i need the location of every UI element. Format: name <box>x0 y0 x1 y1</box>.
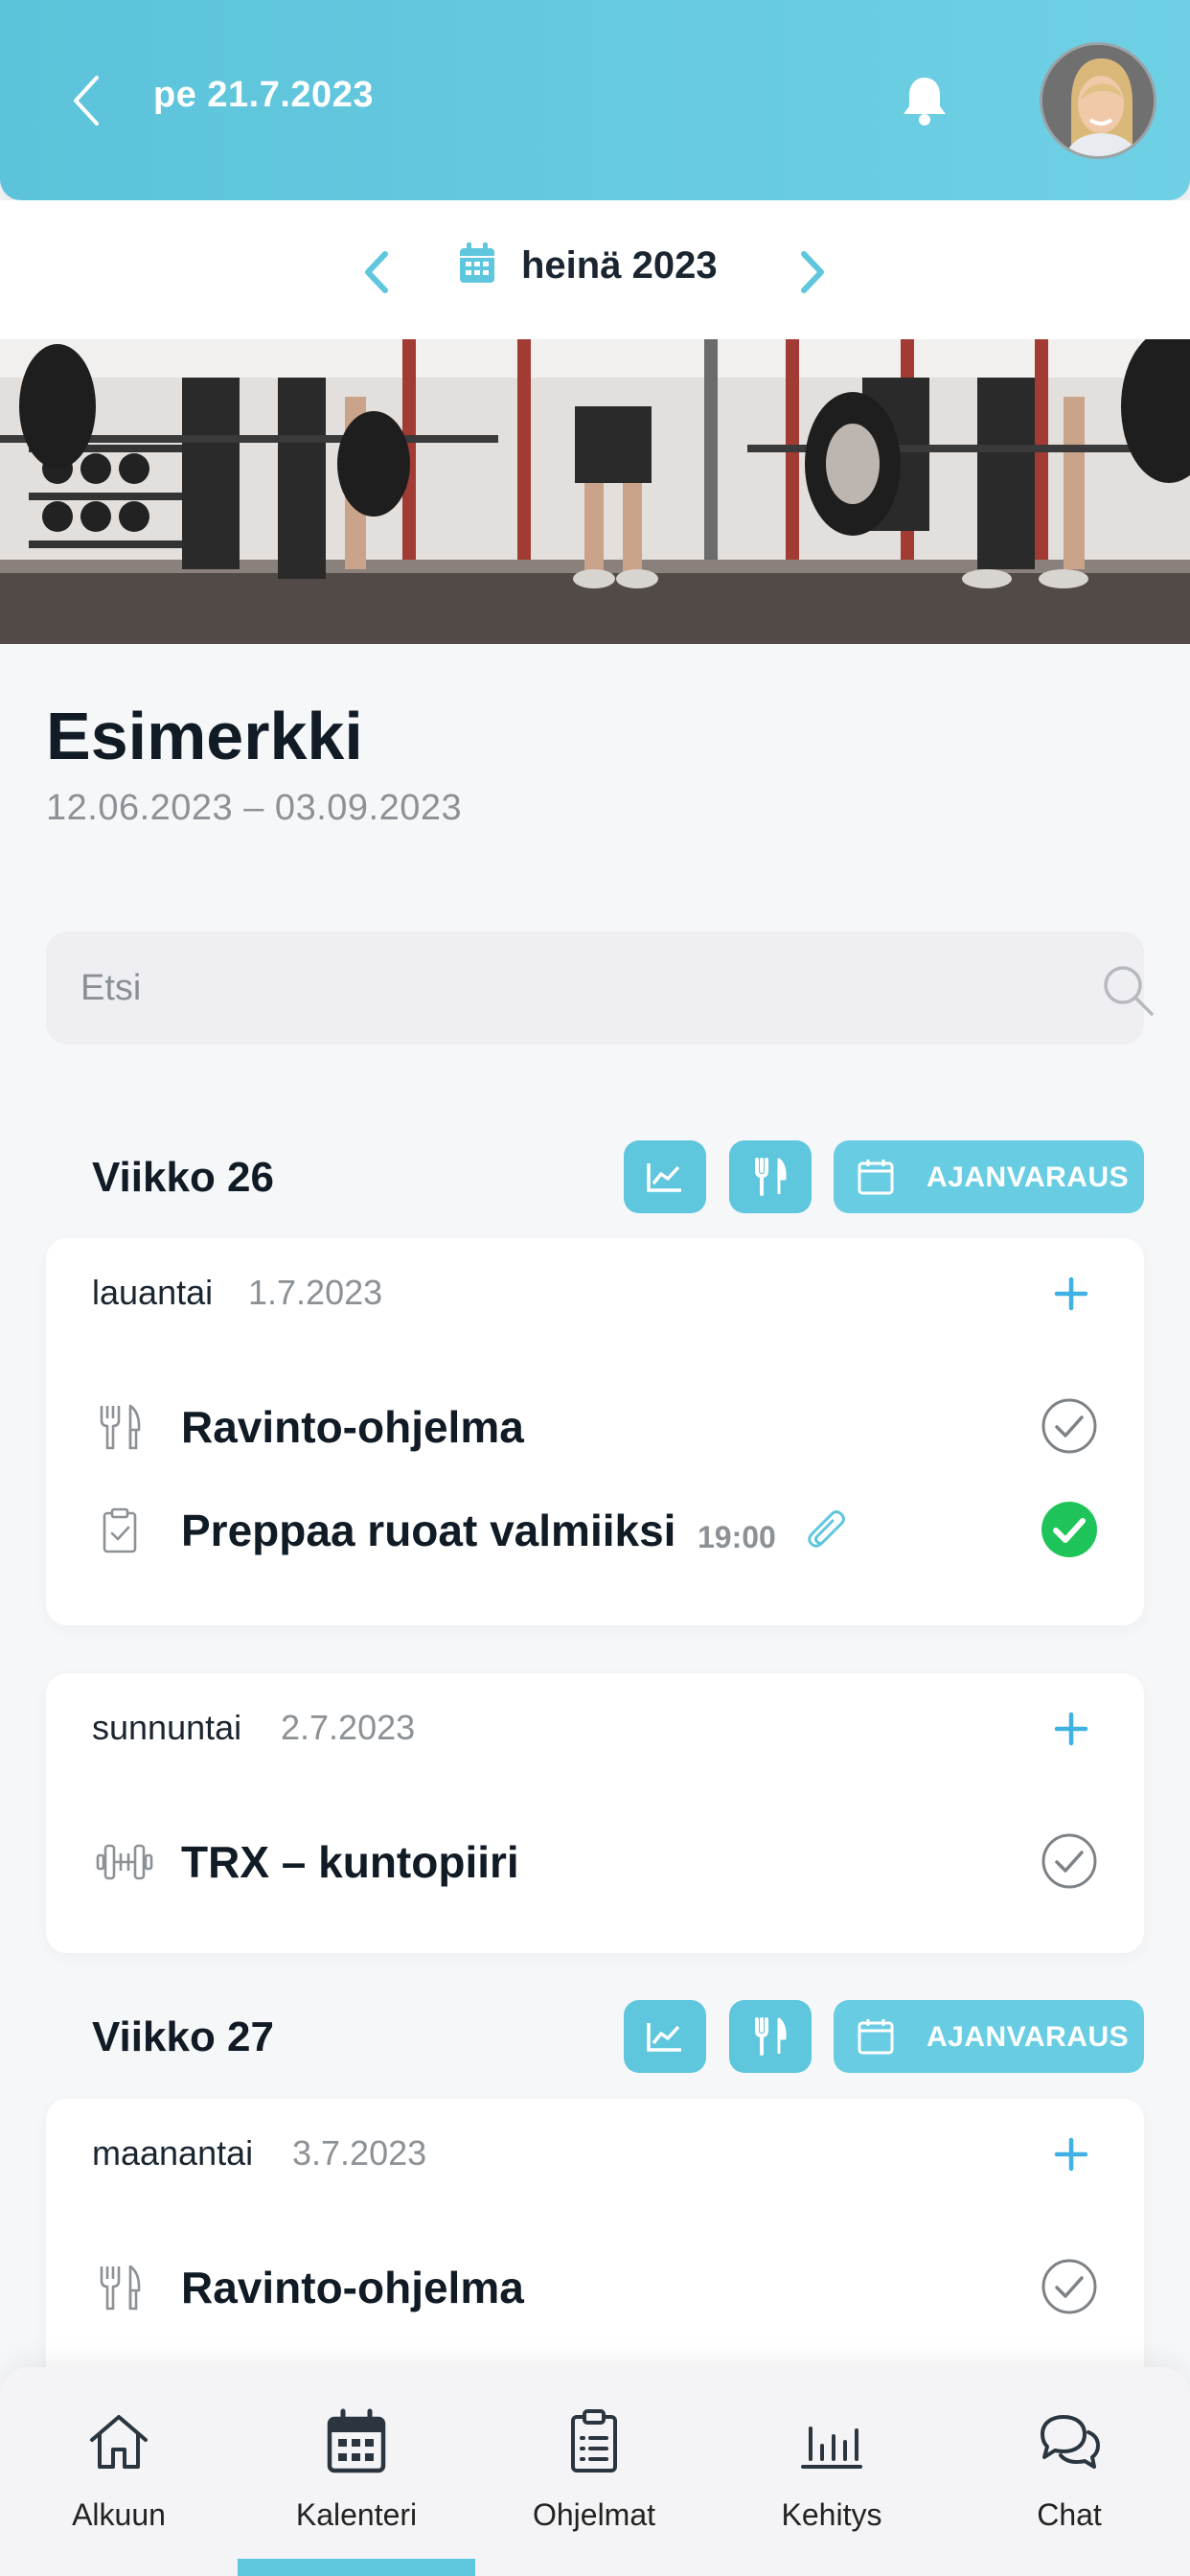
plus-icon <box>1054 1276 1088 1311</box>
week-nutrition-button[interactable] <box>729 2000 812 2073</box>
fork-knife-icon <box>100 1404 141 1450</box>
search-bar <box>46 932 1154 1045</box>
bar-chart-icon <box>801 2426 862 2469</box>
chevron-left-icon <box>365 251 388 293</box>
calendar-icon <box>460 242 494 283</box>
add-entry-button[interactable] <box>1042 1265 1100 1322</box>
calendar-icon <box>858 1160 894 1195</box>
week-nutrition-button[interactable] <box>729 1140 812 1213</box>
plus-icon <box>1054 2137 1088 2172</box>
fork-knife-icon <box>755 2017 787 2056</box>
profile-photo <box>1042 45 1154 156</box>
check-circle-filled-icon[interactable] <box>1041 1501 1098 1558</box>
fork-knife-icon <box>755 1158 787 1196</box>
week-header: Viikko 27 AJANVARAUS <box>46 2000 1144 2077</box>
item-title: Ravinto-ohjelma <box>181 1402 524 1452</box>
week-title: Viikko 27 <box>92 2013 274 2060</box>
list-item[interactable]: TRX – kuntopiiri <box>46 1817 1144 1903</box>
tab-label: Alkuun <box>72 2497 166 2532</box>
line-chart-icon <box>647 2023 681 2052</box>
check-circle-icon[interactable] <box>1041 2258 1098 2315</box>
header-date: pe 21.7.2023 <box>153 75 374 115</box>
active-tab-indicator <box>238 2559 475 2576</box>
day-date: 1.7.2023 <box>248 1273 383 1312</box>
item-title: Preppaa ruoat valmiiksi <box>181 1506 676 1555</box>
day-date: 3.7.2023 <box>292 2133 427 2173</box>
add-entry-button[interactable] <box>1042 1700 1100 1758</box>
tab-calendar[interactable]: Kalenteri <box>238 2367 475 2576</box>
dumbbell-icon <box>96 1844 153 1880</box>
month-label: heinä 2023 <box>521 244 718 287</box>
day-card: lauantai 1.7.2023 Ravinto-ohjelma Preppa… <box>46 1238 1144 1625</box>
chevron-left-icon <box>74 76 99 126</box>
tab-home[interactable]: Alkuun <box>0 2367 238 2576</box>
booking-label: AJANVARAUS <box>927 1162 1130 1193</box>
next-month-button[interactable] <box>789 239 836 306</box>
paperclip-icon[interactable] <box>803 1508 851 1556</box>
tab-programs[interactable]: Ohjelmat <box>475 2367 713 2576</box>
tab-label: Ohjelmat <box>532 2497 656 2532</box>
add-entry-button[interactable] <box>1042 2126 1100 2183</box>
bell-icon <box>904 78 946 126</box>
check-circle-icon[interactable] <box>1041 1832 1098 1890</box>
item-title: TRX – kuntopiiri <box>181 1837 519 1887</box>
clipboard-check-icon <box>103 1507 137 1553</box>
week-title: Viikko 26 <box>92 1154 274 1201</box>
tab-chat[interactable]: Chat <box>950 2367 1188 2576</box>
check-circle-icon[interactable] <box>1041 1397 1098 1455</box>
avatar[interactable] <box>1040 42 1156 159</box>
plus-icon <box>1054 1712 1088 1746</box>
booking-label: AJANVARAUS <box>927 2021 1130 2053</box>
day-name: maanantai <box>92 2133 254 2173</box>
line-chart-icon <box>647 1163 681 1192</box>
day-date: 2.7.2023 <box>281 1708 416 1747</box>
tab-progress[interactable]: Kehitys <box>713 2367 950 2576</box>
day-name: sunnuntai <box>92 1708 242 1747</box>
program-date-range: 12.06.2023 – 03.09.2023 <box>46 788 463 828</box>
list-item[interactable]: Preppaa ruoat valmiiksi 19:00 <box>46 1485 1144 1572</box>
week-progress-button[interactable] <box>624 1140 706 1213</box>
tab-label: Kalenteri <box>295 2497 418 2532</box>
day-card: sunnuntai 2.7.2023 TRX – kuntopiiri <box>46 1673 1144 1953</box>
fork-knife-icon <box>100 2265 141 2311</box>
chevron-right-icon <box>801 251 824 293</box>
back-button[interactable] <box>57 67 115 134</box>
program-title: Esimerkki <box>46 699 363 773</box>
month-navigator: heinä 2023 <box>0 200 1190 339</box>
program-banner-image <box>0 339 1190 644</box>
list-item[interactable]: Ravinto-ohjelma <box>46 1382 1144 1468</box>
chat-bubbles-icon <box>1041 2415 1100 2469</box>
week-header: Viikko 26 AJANVARAUS <box>46 1140 1144 1217</box>
calendar-icon <box>858 2019 894 2055</box>
item-time: 19:00 <box>698 1520 776 1554</box>
booking-button[interactable]: AJANVARAUS <box>834 2000 1144 2073</box>
list-item[interactable]: Ravinto-ohjelma <box>46 2242 1144 2329</box>
search-input[interactable] <box>80 932 1039 1045</box>
week-progress-button[interactable] <box>624 2000 706 2073</box>
item-title: Ravinto-ohjelma <box>181 2263 524 2312</box>
day-name: lauantai <box>92 1273 214 1312</box>
booking-button[interactable]: AJANVARAUS <box>834 1140 1144 1213</box>
previous-month-button[interactable] <box>353 239 400 306</box>
app-header: pe 21.7.2023 <box>0 0 1190 200</box>
home-icon <box>90 2415 148 2469</box>
clipboard-list-icon <box>571 2409 617 2472</box>
tab-label: Chat <box>1037 2497 1102 2532</box>
tab-label: Kehitys <box>781 2497 882 2532</box>
search-icon[interactable] <box>1100 962 1156 1018</box>
bottom-tab-bar: Alkuun Kalenteri Ohjelmat Kehitys Chat <box>0 2367 1190 2576</box>
calendar-icon <box>327 2408 386 2473</box>
notifications-button[interactable] <box>896 67 953 134</box>
